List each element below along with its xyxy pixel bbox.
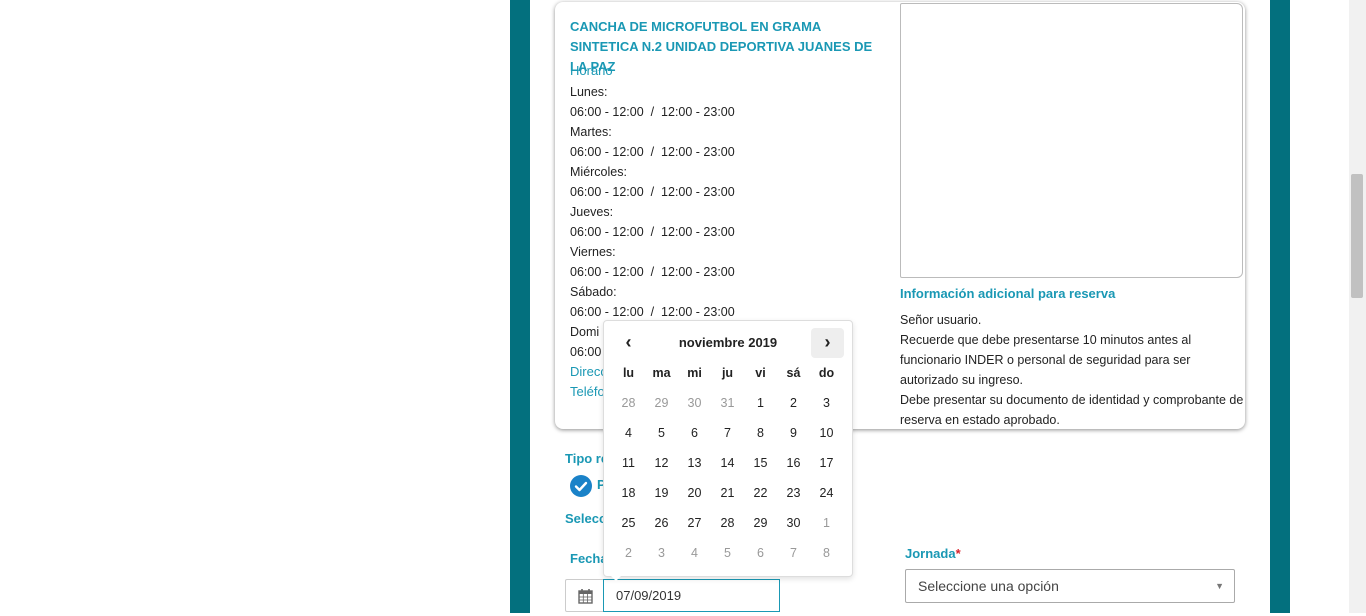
schedule-hours: 06:00 - 12:00 / 12:00 - 23:00 [570,145,735,159]
week-row: 25 26 27 28 29 30 1 [612,508,843,538]
day-cell[interactable]: 17 [810,448,843,478]
day-cell[interactable]: 10 [810,418,843,448]
schedule-hours: 06:00 - 12:00 / 12:00 - 23:00 [570,265,735,279]
calendar-icon [578,589,593,604]
weekday-label: sá [786,366,801,380]
day-cell[interactable]: 28 [711,508,744,538]
day-cell[interactable]: 2 [612,538,645,568]
day-cell[interactable]: 5 [645,418,678,448]
day-cell[interactable]: 24 [810,478,843,508]
day-cell[interactable]: 14 [711,448,744,478]
day-cell[interactable]: 26 [645,508,678,538]
date-input[interactable] [603,579,780,612]
day-cell[interactable]: 19 [645,478,678,508]
weekday-label: lu [622,366,635,380]
day-cell[interactable]: 6 [744,538,777,568]
schedule-day: Martes: [570,125,612,139]
contact-info: Direcc Teléfo [570,362,607,402]
day-cell[interactable]: 2 [777,388,810,418]
datepicker-month-title[interactable]: noviembre 2019 [645,335,811,350]
direction-label: Direcc [570,364,607,379]
check-circle-icon[interactable] [570,475,592,497]
day-cell[interactable]: 28 [612,388,645,418]
schedule-day: Sábado: [570,285,617,299]
day-cell[interactable]: 1 [810,508,843,538]
day-cell[interactable]: 31 [711,388,744,418]
jornada-label-text: Jornada [905,546,956,561]
day-cell[interactable]: 23 [777,478,810,508]
calendar-addon[interactable] [565,579,605,612]
weekday-header: lu ma mi ju vi sá do [612,358,843,388]
jornada-select-value: Seleccione una opción [918,578,1059,594]
day-cell[interactable]: 1 [744,388,777,418]
info-line: Señor usuario. [900,313,982,327]
day-cell[interactable]: 21 [711,478,744,508]
day-cell[interactable]: 9 [777,418,810,448]
map-frame[interactable] [900,3,1243,278]
day-cell[interactable]: 7 [777,538,810,568]
weekday-label: do [818,366,835,380]
day-cell[interactable]: 30 [678,388,711,418]
scrollbar-thumb[interactable] [1351,174,1363,298]
week-row: 2345678 [612,538,843,568]
day-cell[interactable]: 15 [744,448,777,478]
day-cell[interactable]: 18 [612,478,645,508]
day-cell[interactable]: 8 [744,418,777,448]
schedule-hours: 06:00 - 12:00 / 12:00 - 23:00 [570,305,735,319]
day-cell[interactable]: 13 [678,448,711,478]
schedule-day: Jueves: [570,205,614,219]
facility-title: CANCHA DE MICROFUTBOL EN GRAMA SINTETICA… [570,19,873,74]
weekday-label: vi [755,366,766,380]
jornada-select[interactable]: Seleccione una opción ▼ [905,569,1235,603]
fecha-label: Fecha [570,551,608,566]
day-cell[interactable]: 4 [678,538,711,568]
schedule-label: Horario [570,63,613,78]
schedule-hours: 06:00 - 12:00 / 12:00 - 23:00 [570,185,735,199]
day-cell[interactable]: 5 [711,538,744,568]
datepicker-grid: lu ma mi ju vi sá do 28 29 30 31 1 2 3 4 5 6 7 8 9 10 11 12 13 1… [612,358,843,568]
day-cell[interactable]: 20 [678,478,711,508]
day-cell[interactable]: 29 [744,508,777,538]
day-cell[interactable]: 6 [678,418,711,448]
required-marker: * [955,546,961,561]
schedule-day: Lunes: [570,85,608,99]
schedule-day: Viernes: [570,245,616,259]
phone-label: Teléfo [570,384,605,399]
day-cell[interactable]: 12 [645,448,678,478]
tipo-reserva-label: Tipo re [565,451,609,466]
day-cell[interactable]: 30 [777,508,810,538]
week-row: 18 19 20 21 22 23 24 [612,478,843,508]
dropdown-arrow-icon: ▼ [1215,581,1224,591]
day-cell[interactable]: 11 [612,448,645,478]
day-cell[interactable]: 7 [711,418,744,448]
schedule-hours: 06:00 - 12:00 / 12:00 - 23:00 [570,105,735,119]
week-row: 28 29 30 31 1 2 3 [612,388,843,418]
day-cell[interactable]: 25 [612,508,645,538]
select-label: Selecc [565,511,607,526]
datepicker-caret [609,574,623,581]
day-cell[interactable]: 3 [810,388,843,418]
next-month-button[interactable]: › [811,328,844,358]
day-cell[interactable]: 4 [612,418,645,448]
day-cell[interactable]: 16 [777,448,810,478]
info-text: Señor usuario. Recuerde que debe present… [900,310,1245,430]
jornada-label: Jornada* [905,546,961,561]
scrollbar[interactable] [1349,0,1366,613]
week-row: 11 12 13 14 15 16 17 [612,448,843,478]
schedule-day: Miércoles: [570,165,627,179]
day-cell[interactable]: 8 [810,538,843,568]
info-line: Recuerde que debe presentarse 10 minutos… [900,333,1192,387]
day-cell[interactable]: 29 [645,388,678,418]
weekday-label: ma [652,366,671,380]
day-cell[interactable]: 22 [744,478,777,508]
info-line: Debe presentar su documento de identidad… [900,393,1244,427]
info-title: Información adicional para reserva [900,286,1116,301]
weekday-label: mi [687,366,702,380]
week-row: 4 5 6 7 8 9 10 [612,418,843,448]
prev-month-button[interactable]: ‹ [612,328,645,358]
schedule-hours: 06:00 - 12:00 / 12:00 - 23:00 [570,225,735,239]
day-cell[interactable]: 3 [645,538,678,568]
weekday-label: ju [721,366,734,380]
day-cell[interactable]: 27 [678,508,711,538]
